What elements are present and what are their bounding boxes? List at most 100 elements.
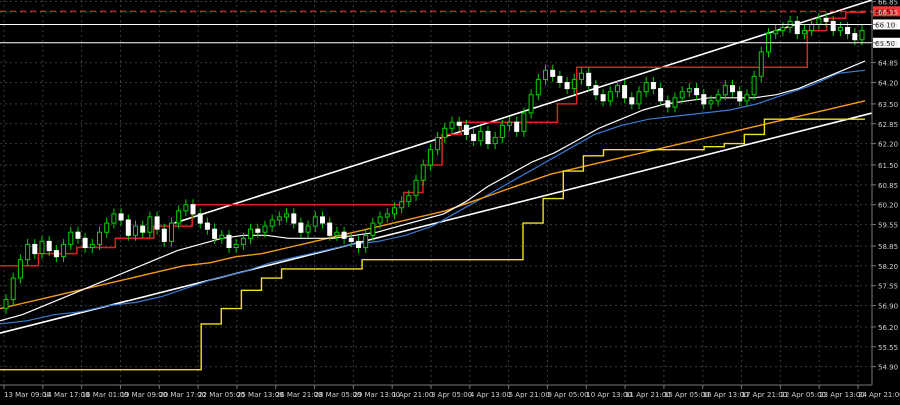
x-tick-label: 24 Apr 21:00 xyxy=(858,391,900,399)
candle-up xyxy=(176,210,182,224)
candle-down xyxy=(341,231,347,239)
candle-up xyxy=(837,27,843,32)
candle-down xyxy=(327,222,333,236)
candle-up xyxy=(240,237,246,245)
candle-up xyxy=(773,30,779,35)
y-tick-label: 63.50 xyxy=(878,101,898,109)
y-tick-label: 66.35 xyxy=(878,9,898,17)
candle-down xyxy=(701,94,707,105)
candle-up xyxy=(751,75,757,96)
candle-up xyxy=(334,231,340,236)
candle-down xyxy=(53,250,59,258)
y-tick-label: 61.50 xyxy=(878,162,898,170)
candle-up xyxy=(10,277,16,301)
candle-up xyxy=(579,72,584,80)
candle-up xyxy=(133,225,138,236)
candle-up xyxy=(219,234,225,239)
candle-up xyxy=(392,207,397,215)
candle-up xyxy=(809,23,815,31)
price-chart[interactable]: 66.5366.1065.50 66.8566.3565.9565.5064.8… xyxy=(0,0,900,405)
candle-up xyxy=(233,243,239,248)
candle-down xyxy=(586,72,592,87)
candle-up xyxy=(68,231,74,245)
y-tick-label: 65.50 xyxy=(878,40,898,48)
candle-up xyxy=(427,149,433,166)
candle-up xyxy=(744,94,750,102)
candle-down xyxy=(730,85,735,93)
candle-up xyxy=(384,213,390,218)
candle-up xyxy=(39,240,45,255)
candle-up xyxy=(636,91,642,105)
candle-down xyxy=(32,243,38,255)
candle-down xyxy=(154,216,160,230)
candle-up xyxy=(413,179,419,197)
candle-up xyxy=(521,112,527,132)
x-tick-label: 1 Apr 21:00 xyxy=(392,391,433,399)
x-tick-label: 9 Apr 05:00 xyxy=(547,391,588,399)
candle-down xyxy=(852,33,858,41)
candle-up xyxy=(780,27,786,32)
candle-up xyxy=(449,121,455,129)
candle-down xyxy=(485,130,491,145)
candle-up xyxy=(672,97,678,108)
candle-up xyxy=(169,222,174,242)
y-tick-label: 57.55 xyxy=(878,283,898,291)
chart-background xyxy=(0,0,900,405)
candle-down xyxy=(794,20,800,35)
candle-up xyxy=(715,94,721,102)
candle-down xyxy=(665,100,671,108)
y-tick-label: 62.85 xyxy=(878,121,898,129)
candle-up xyxy=(615,85,620,93)
y-tick-label: 64.20 xyxy=(878,80,898,88)
candle-up xyxy=(492,137,498,145)
candle-down xyxy=(204,222,210,230)
candle-up xyxy=(535,78,541,96)
candle-up xyxy=(507,121,513,126)
candle-up xyxy=(607,91,613,102)
candle-down xyxy=(226,234,232,249)
candle-down xyxy=(514,121,520,132)
candle-down xyxy=(75,231,81,239)
candle-down xyxy=(197,213,203,224)
y-tick-label: 62.20 xyxy=(878,141,898,149)
candle-up xyxy=(104,222,110,233)
candle-up xyxy=(370,222,376,236)
x-tick-label: 4 Apr 13:00 xyxy=(470,391,511,399)
candle-up xyxy=(435,137,441,151)
candle-up xyxy=(758,51,764,77)
y-tick-label: 58.85 xyxy=(878,243,898,251)
candle-down xyxy=(356,240,361,248)
candle-up xyxy=(406,195,412,203)
y-tick-label: 60.20 xyxy=(878,202,898,210)
candle-down xyxy=(320,216,325,224)
candle-up xyxy=(97,231,102,245)
candle-down xyxy=(650,82,656,90)
candle-down xyxy=(471,133,477,141)
candle-up xyxy=(399,201,405,209)
candle-down xyxy=(658,88,664,102)
y-tick-label: 54.90 xyxy=(878,364,898,372)
candle-down xyxy=(622,85,628,99)
x-tick-label: 3 Apr 05:00 xyxy=(431,391,472,399)
candle-down xyxy=(564,82,570,90)
candle-down xyxy=(845,27,851,35)
candle-up xyxy=(61,243,67,258)
candle-down xyxy=(255,228,261,233)
candle-down xyxy=(212,228,218,239)
candle-up xyxy=(147,216,153,233)
candle-up xyxy=(3,298,9,310)
candle-up xyxy=(571,78,577,90)
y-tick-label: 66.85 xyxy=(878,0,898,7)
candle-up xyxy=(802,30,807,35)
candle-up xyxy=(262,225,268,233)
candle-up xyxy=(859,30,865,41)
candle-down xyxy=(348,237,354,242)
candle-up xyxy=(442,127,448,139)
candle-up xyxy=(543,69,548,81)
candle-up xyxy=(183,204,189,212)
candle-up xyxy=(528,94,534,114)
candle-down xyxy=(298,222,304,233)
candle-up xyxy=(25,243,31,261)
candle-down xyxy=(118,213,124,221)
candle-up xyxy=(363,234,369,249)
